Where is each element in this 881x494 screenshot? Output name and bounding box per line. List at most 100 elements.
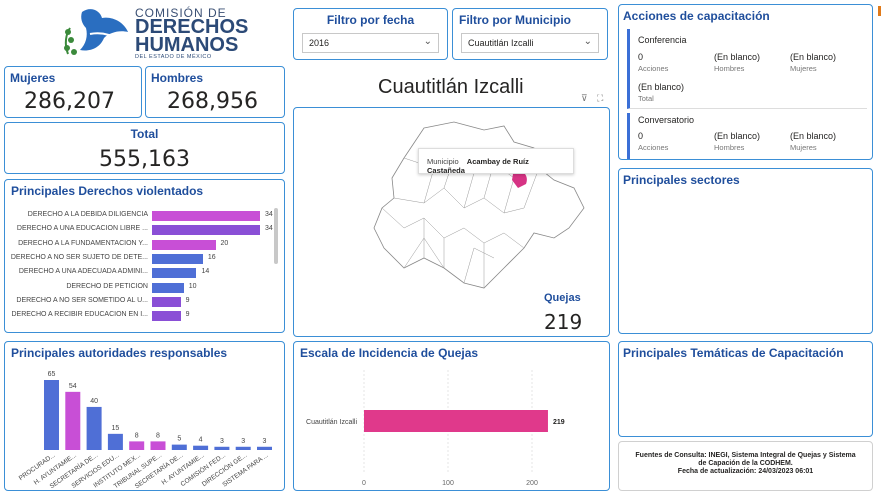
- autoridades-bar-value: 8: [135, 432, 139, 439]
- mujeres-value: (En blanco): [790, 52, 837, 62]
- sectores-card: Principales sectores: [618, 168, 873, 334]
- derechos-bar-label: DERECHO DE PETICIÓN: [66, 282, 148, 290]
- escala-card: Escala de Incidencia de Quejas 0 100 200 Cu…: [293, 341, 610, 491]
- derechos-bar-value: 9: [185, 311, 190, 319]
- autoridades-bar[interactable]: [257, 446, 272, 450]
- derechos-bar-row[interactable]: DERECHO A NO SER SUJETO DE DETE... 16: [5, 253, 275, 265]
- hombres-label: Hombres: [714, 64, 745, 73]
- hombres-card: Hombres 268,956: [145, 66, 285, 118]
- derechos-bar-value: 10: [188, 282, 197, 290]
- group-name: Conferencia: [638, 35, 687, 45]
- derechos-bar[interactable]: [152, 253, 203, 264]
- derechos-bar-value: 9: [185, 296, 190, 304]
- derechos-bar-label: DERECHO A NO SER SOMETIDO AL U...: [16, 296, 148, 304]
- fecha-select[interactable]: 2016 ⌄: [302, 33, 439, 53]
- derechos-bar[interactable]: [152, 282, 184, 293]
- derechos-bar[interactable]: [152, 239, 216, 250]
- derechos-bar[interactable]: [152, 311, 181, 322]
- derechos-bar[interactable]: [152, 268, 197, 279]
- acciones-value: 0: [638, 52, 644, 62]
- autoridades-bar[interactable]: [44, 380, 59, 450]
- autoridades-bar[interactable]: [214, 446, 230, 450]
- derechos-bar-row[interactable]: DERECHO A UNA EDUCACIÓN LIBRE ... 34: [5, 224, 275, 236]
- scrollbar[interactable]: [274, 208, 278, 264]
- chevron-down-icon: ⌄: [583, 36, 592, 47]
- fuentes-text: Fuentes de Consulta: INEGI, Sistema Inte…: [623, 452, 868, 476]
- derechos-bar-label: DERECHO A LA DEBIDA DILIGENCIA: [27, 211, 148, 218]
- escala-bar-value: 219: [553, 419, 565, 426]
- focus-mode-icon[interactable]: ⛶: [597, 93, 603, 104]
- derechos-bar-row[interactable]: DERECHO A RECIBIR EDUCACIÓN EN I... 9: [5, 310, 275, 322]
- derechos-card: Principales Derechos violentados DERECHO…: [4, 179, 285, 333]
- derechos-bar-label: DERECHO A NO SER SUJETO DE DETE...: [10, 253, 148, 261]
- total-label: Total: [130, 127, 159, 141]
- autoridades-bar-value: 40: [90, 398, 98, 405]
- municipio-select[interactable]: Cuautitlán Izcalli ⌄: [461, 33, 599, 53]
- logo-line2: DERECHOS HUMANOS: [135, 17, 248, 55]
- group-name: Conversatorio: [638, 115, 695, 125]
- total-value: 555,163: [99, 147, 190, 172]
- autoridades-bar[interactable]: [86, 406, 102, 450]
- derechos-bar[interactable]: [152, 225, 260, 236]
- derechos-bar-row[interactable]: DERECHO A LA DEBIDA DILIGENCIA 34: [5, 210, 275, 222]
- tematicas-title: Principales Temáticas de Capacitación: [623, 346, 844, 360]
- municipio-heading: Cuautitlán Izcalli: [378, 76, 524, 98]
- derechos-bar-value: 14: [201, 268, 210, 276]
- autoridades-bar[interactable]: [65, 391, 81, 450]
- hombres-value: (En blanco): [714, 131, 761, 141]
- autoridades-bar[interactable]: [150, 441, 166, 450]
- derechos-bar-row[interactable]: DERECHO A LA FUNDAMENTACIÓN Y... 20: [5, 239, 275, 251]
- escala-tick-label: 0: [362, 480, 366, 487]
- municipio-select-value: Cuautitlán Izcalli: [468, 38, 534, 48]
- autoridades-bar[interactable]: [129, 441, 145, 450]
- filter-icon[interactable]: ⊽: [581, 93, 588, 104]
- derechos-bar-row[interactable]: DERECHO A NO SER SOMETIDO AL U... 9: [5, 296, 275, 308]
- total-value: (En blanco): [638, 82, 685, 92]
- derechos-chart: DERECHO A LA DEBIDA DILIGENCIA 34 DERECHO …: [5, 210, 275, 330]
- derechos-bar[interactable]: [152, 296, 181, 307]
- dove-icon: [64, 9, 128, 55]
- derechos-bar-row[interactable]: DERECHO A UNA ADECUADA ADMINI... 14: [5, 267, 275, 279]
- escala-chart: 0 100 200 Cuautitlán Izcalli 219: [306, 370, 565, 487]
- derechos-bar-label: DERECHO A UNA EDUCACIÓN LIBRE ...: [16, 225, 148, 233]
- escala-category-label: Cuautitlán Izcalli: [306, 419, 357, 426]
- fuentes-line2: de Capación de la CODHEM.: [698, 460, 793, 467]
- hombres-label: Hombres: [714, 143, 745, 152]
- autoridades-bar-value: 3: [263, 438, 267, 445]
- mujeres-value: 286,207: [24, 89, 115, 114]
- autoridades-bar[interactable]: [107, 433, 123, 450]
- acciones-group-conferencia: Conferencia 0 Acciones (En blanco) Hombr…: [627, 29, 867, 109]
- autoridades-bar[interactable]: [193, 445, 209, 450]
- mujeres-value: (En blanco): [790, 131, 837, 141]
- hombres-value: (En blanco): [714, 52, 761, 62]
- mujeres-label: Mujeres: [790, 64, 817, 73]
- derechos-bar[interactable]: [152, 211, 260, 221]
- autoridades-bar[interactable]: [171, 444, 187, 450]
- filtro-fecha-title: Filtro por fecha: [326, 13, 415, 27]
- mujeres-card: Mujeres 286,207: [4, 66, 142, 118]
- autoridades-bar[interactable]: [235, 446, 251, 450]
- autoridades-bar-value: 4: [199, 437, 203, 444]
- filtro-municipio-card: Filtro por Municipio Cuautitlán Izcalli …: [452, 8, 608, 60]
- tematicas-card: Principales Temáticas de Capacitación: [618, 341, 873, 437]
- chevron-down-icon: ⌄: [423, 36, 432, 47]
- fuentes-line3: Fecha de actualización: 24/03/2023 06:01: [677, 468, 814, 475]
- filtro-municipio-title: Filtro por Municipio: [459, 13, 571, 27]
- derechos-bar-value: 16: [207, 253, 216, 261]
- derechos-bar-value: 34: [265, 225, 273, 233]
- estado-mexico-map[interactable]: [364, 118, 604, 298]
- autoridades-card: Principales autoridades responsables 65 P…: [4, 341, 285, 491]
- derechos-bar-label: DERECHO A UNA ADECUADA ADMINI...: [18, 268, 148, 276]
- autoridades-bar-value: 3: [241, 438, 245, 445]
- quejas-value: 219: [544, 310, 583, 334]
- derechos-bar-row[interactable]: DERECHO DE PETICIÓN 10: [5, 282, 275, 294]
- derechos-bar-value: 20: [220, 239, 229, 247]
- hombres-value: 268,956: [167, 89, 258, 114]
- acciones-value: 0: [638, 131, 644, 141]
- fecha-select-value: 2016: [309, 38, 330, 48]
- acciones-group-conversatorio: Conversatorio 0 Acciones (En blanco) Hom…: [627, 113, 867, 159]
- escala-bar[interactable]: [364, 410, 548, 432]
- autoridades-bar-value: 3: [220, 438, 224, 445]
- sectores-title: Principales sectores: [623, 173, 740, 187]
- acciones-title: Acciones de capacitación: [623, 9, 770, 23]
